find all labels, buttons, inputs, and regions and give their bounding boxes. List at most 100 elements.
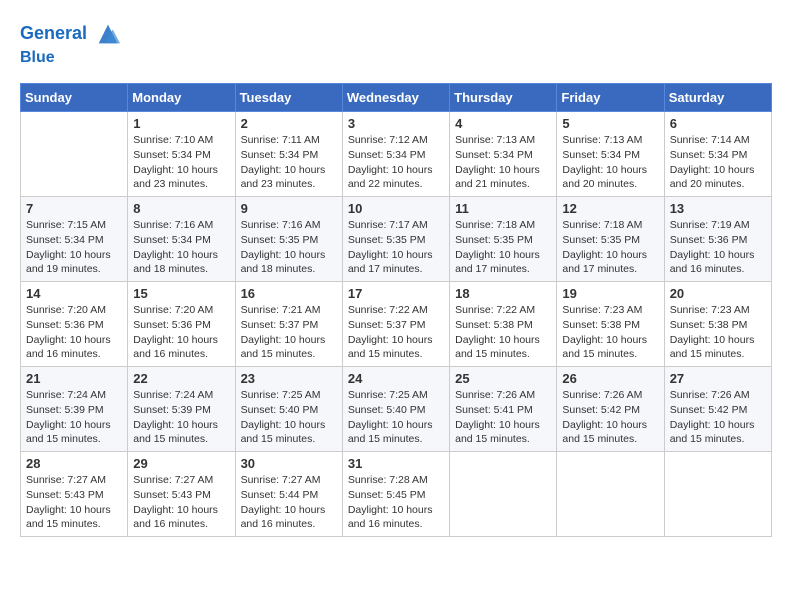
- calendar-cell: 5 Sunrise: 7:13 AMSunset: 5:34 PMDaylight…: [557, 112, 664, 197]
- day-number: 10: [348, 201, 444, 216]
- day-number: 9: [241, 201, 337, 216]
- day-detail: Sunrise: 7:27 AMSunset: 5:43 PMDaylight:…: [26, 473, 122, 532]
- calendar-cell: 4 Sunrise: 7:13 AMSunset: 5:34 PMDaylight…: [450, 112, 557, 197]
- calendar-week-4: 21 Sunrise: 7:24 AMSunset: 5:39 PMDayligh…: [21, 367, 772, 452]
- day-detail: Sunrise: 7:22 AMSunset: 5:37 PMDaylight:…: [348, 303, 444, 362]
- day-detail: Sunrise: 7:23 AMSunset: 5:38 PMDaylight:…: [562, 303, 658, 362]
- day-detail: Sunrise: 7:26 AMSunset: 5:42 PMDaylight:…: [562, 388, 658, 447]
- page-header: General Blue: [20, 20, 772, 67]
- day-detail: Sunrise: 7:20 AMSunset: 5:36 PMDaylight:…: [26, 303, 122, 362]
- calendar-cell: 1 Sunrise: 7:10 AMSunset: 5:34 PMDaylight…: [128, 112, 235, 197]
- calendar-week-2: 7 Sunrise: 7:15 AMSunset: 5:34 PMDaylight…: [21, 197, 772, 282]
- calendar-cell: [21, 112, 128, 197]
- day-detail: Sunrise: 7:24 AMSunset: 5:39 PMDaylight:…: [26, 388, 122, 447]
- day-detail: Sunrise: 7:27 AMSunset: 5:44 PMDaylight:…: [241, 473, 337, 532]
- calendar-cell: 26 Sunrise: 7:26 AMSunset: 5:42 PMDayligh…: [557, 367, 664, 452]
- day-number: 1: [133, 116, 229, 131]
- day-detail: Sunrise: 7:20 AMSunset: 5:36 PMDaylight:…: [133, 303, 229, 362]
- calendar-cell: [664, 452, 771, 537]
- calendar-cell: 7 Sunrise: 7:15 AMSunset: 5:34 PMDaylight…: [21, 197, 128, 282]
- day-detail: Sunrise: 7:12 AMSunset: 5:34 PMDaylight:…: [348, 133, 444, 192]
- day-number: 14: [26, 286, 122, 301]
- day-number: 16: [241, 286, 337, 301]
- day-number: 22: [133, 371, 229, 386]
- day-detail: Sunrise: 7:10 AMSunset: 5:34 PMDaylight:…: [133, 133, 229, 192]
- calendar-table: SundayMondayTuesdayWednesdayThursdayFrid…: [20, 83, 772, 537]
- day-number: 17: [348, 286, 444, 301]
- day-detail: Sunrise: 7:16 AMSunset: 5:35 PMDaylight:…: [241, 218, 337, 277]
- day-detail: Sunrise: 7:25 AMSunset: 5:40 PMDaylight:…: [241, 388, 337, 447]
- day-number: 29: [133, 456, 229, 471]
- day-number: 13: [670, 201, 766, 216]
- calendar-cell: [450, 452, 557, 537]
- day-detail: Sunrise: 7:14 AMSunset: 5:34 PMDaylight:…: [670, 133, 766, 192]
- day-detail: Sunrise: 7:18 AMSunset: 5:35 PMDaylight:…: [455, 218, 551, 277]
- day-detail: Sunrise: 7:13 AMSunset: 5:34 PMDaylight:…: [562, 133, 658, 192]
- day-of-week-monday: Monday: [128, 84, 235, 112]
- calendar-cell: 6 Sunrise: 7:14 AMSunset: 5:34 PMDaylight…: [664, 112, 771, 197]
- day-detail: Sunrise: 7:19 AMSunset: 5:36 PMDaylight:…: [670, 218, 766, 277]
- day-number: 4: [455, 116, 551, 131]
- day-detail: Sunrise: 7:28 AMSunset: 5:45 PMDaylight:…: [348, 473, 444, 532]
- logo-text: General: [20, 20, 122, 48]
- calendar-cell: 22 Sunrise: 7:24 AMSunset: 5:39 PMDayligh…: [128, 367, 235, 452]
- calendar-week-1: 1 Sunrise: 7:10 AMSunset: 5:34 PMDaylight…: [21, 112, 772, 197]
- days-of-week-header: SundayMondayTuesdayWednesdayThursdayFrid…: [21, 84, 772, 112]
- day-detail: Sunrise: 7:26 AMSunset: 5:42 PMDaylight:…: [670, 388, 766, 447]
- day-number: 7: [26, 201, 122, 216]
- logo: General Blue: [20, 20, 122, 67]
- calendar-cell: 18 Sunrise: 7:22 AMSunset: 5:38 PMDayligh…: [450, 282, 557, 367]
- calendar-cell: 11 Sunrise: 7:18 AMSunset: 5:35 PMDayligh…: [450, 197, 557, 282]
- calendar-cell: 29 Sunrise: 7:27 AMSunset: 5:43 PMDayligh…: [128, 452, 235, 537]
- calendar-cell: 27 Sunrise: 7:26 AMSunset: 5:42 PMDayligh…: [664, 367, 771, 452]
- day-number: 26: [562, 371, 658, 386]
- day-number: 21: [26, 371, 122, 386]
- day-number: 3: [348, 116, 444, 131]
- day-detail: Sunrise: 7:18 AMSunset: 5:35 PMDaylight:…: [562, 218, 658, 277]
- calendar-cell: 25 Sunrise: 7:26 AMSunset: 5:41 PMDayligh…: [450, 367, 557, 452]
- calendar-cell: 3 Sunrise: 7:12 AMSunset: 5:34 PMDaylight…: [342, 112, 449, 197]
- day-of-week-thursday: Thursday: [450, 84, 557, 112]
- calendar-cell: 23 Sunrise: 7:25 AMSunset: 5:40 PMDayligh…: [235, 367, 342, 452]
- calendar-cell: 28 Sunrise: 7:27 AMSunset: 5:43 PMDayligh…: [21, 452, 128, 537]
- day-number: 12: [562, 201, 658, 216]
- day-number: 8: [133, 201, 229, 216]
- day-detail: Sunrise: 7:17 AMSunset: 5:35 PMDaylight:…: [348, 218, 444, 277]
- day-number: 24: [348, 371, 444, 386]
- day-of-week-saturday: Saturday: [664, 84, 771, 112]
- calendar-cell: 10 Sunrise: 7:17 AMSunset: 5:35 PMDayligh…: [342, 197, 449, 282]
- day-detail: Sunrise: 7:25 AMSunset: 5:40 PMDaylight:…: [348, 388, 444, 447]
- calendar-cell: 30Sunrise: 7:27 AMSunset: 5:44 PMDayligh…: [235, 452, 342, 537]
- day-of-week-sunday: Sunday: [21, 84, 128, 112]
- day-number: 25: [455, 371, 551, 386]
- calendar-week-5: 28 Sunrise: 7:27 AMSunset: 5:43 PMDayligh…: [21, 452, 772, 537]
- day-number: 2: [241, 116, 337, 131]
- day-detail: Sunrise: 7:13 AMSunset: 5:34 PMDaylight:…: [455, 133, 551, 192]
- calendar-cell: 20 Sunrise: 7:23 AMSunset: 5:38 PMDayligh…: [664, 282, 771, 367]
- day-number: 28: [26, 456, 122, 471]
- day-number: 23: [241, 371, 337, 386]
- day-detail: Sunrise: 7:21 AMSunset: 5:37 PMDaylight:…: [241, 303, 337, 362]
- calendar-body: 1 Sunrise: 7:10 AMSunset: 5:34 PMDaylight…: [21, 112, 772, 537]
- day-detail: Sunrise: 7:16 AMSunset: 5:34 PMDaylight:…: [133, 218, 229, 277]
- day-number: 18: [455, 286, 551, 301]
- day-of-week-friday: Friday: [557, 84, 664, 112]
- day-detail: Sunrise: 7:23 AMSunset: 5:38 PMDaylight:…: [670, 303, 766, 362]
- day-detail: Sunrise: 7:26 AMSunset: 5:41 PMDaylight:…: [455, 388, 551, 447]
- calendar-cell: 13 Sunrise: 7:19 AMSunset: 5:36 PMDayligh…: [664, 197, 771, 282]
- day-detail: Sunrise: 7:24 AMSunset: 5:39 PMDaylight:…: [133, 388, 229, 447]
- calendar-cell: 19Sunrise: 7:23 AMSunset: 5:38 PMDayligh…: [557, 282, 664, 367]
- calendar-cell: 21 Sunrise: 7:24 AMSunset: 5:39 PMDayligh…: [21, 367, 128, 452]
- day-number: 20: [670, 286, 766, 301]
- day-number: 6: [670, 116, 766, 131]
- calendar-cell: 12 Sunrise: 7:18 AMSunset: 5:35 PMDayligh…: [557, 197, 664, 282]
- day-detail: Sunrise: 7:27 AMSunset: 5:43 PMDaylight:…: [133, 473, 229, 532]
- day-number: 11: [455, 201, 551, 216]
- calendar-cell: 9 Sunrise: 7:16 AMSunset: 5:35 PMDaylight…: [235, 197, 342, 282]
- day-detail: Sunrise: 7:15 AMSunset: 5:34 PMDaylight:…: [26, 218, 122, 277]
- calendar-cell: 24 Sunrise: 7:25 AMSunset: 5:40 PMDayligh…: [342, 367, 449, 452]
- day-number: 27: [670, 371, 766, 386]
- day-detail: Sunrise: 7:22 AMSunset: 5:38 PMDaylight:…: [455, 303, 551, 362]
- day-number: 5: [562, 116, 658, 131]
- day-number: 31: [348, 456, 444, 471]
